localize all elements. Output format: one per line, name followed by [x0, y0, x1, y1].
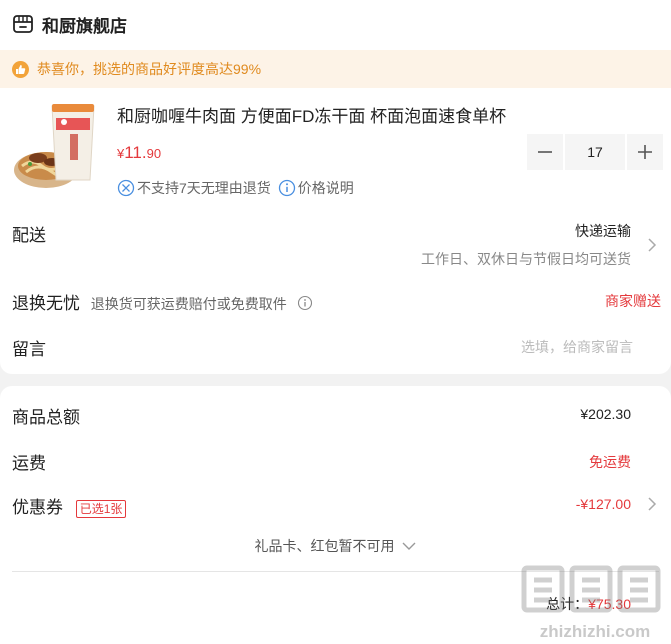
coupon-selected-badge: 已选1张: [75, 499, 127, 518]
returns-desc: 退换货可获运费赔付或免费取件: [90, 296, 287, 312]
price-integer: 11.: [124, 143, 147, 162]
goods-total-value: ¥202.30: [580, 406, 631, 422]
info-icon[interactable]: [297, 295, 313, 311]
decrease-button[interactable]: [527, 134, 563, 170]
price-decimal: 90: [146, 146, 162, 161]
message-input[interactable]: 选填，给商家留言: [521, 337, 633, 357]
no-return-tag[interactable]: 不支持7天无理由退货: [117, 178, 271, 198]
giftcard-note[interactable]: 礼品卡、红包暂不可用: [0, 536, 671, 556]
info-icon: [278, 179, 295, 197]
delivery-method[interactable]: 快递运输: [575, 221, 631, 241]
delivery-label: 配送: [12, 226, 46, 245]
giftcard-note-text: 礼品卡、红包暂不可用: [254, 538, 395, 554]
shop-header[interactable]: 和厨旗舰店: [12, 10, 127, 38]
thumbs-up-icon: [12, 60, 29, 78]
watermark-text: zhizhizhi.com: [539, 622, 651, 641]
message-label: 留言: [12, 340, 46, 359]
coupon-label: 优惠券: [12, 498, 63, 517]
shipping-value: 免运费: [589, 454, 631, 470]
site-watermark: zhizhizhi.com: [520, 560, 670, 644]
chevron-right-icon[interactable]: [647, 237, 657, 253]
delivery-schedule[interactable]: 工作日、双休日与节假日均可送货: [421, 249, 631, 269]
quantity-input[interactable]: [565, 134, 625, 170]
product-title[interactable]: 和厨咖喱牛肉面 方便面FD冻干面 杯面泡面速食单杯: [117, 102, 506, 127]
store-icon: [13, 15, 33, 33]
returns-row: 退换无忧 退换货可获运费赔付或免费取件: [12, 289, 313, 314]
product-tags: 不支持7天无理由退货 价格说明: [117, 178, 361, 198]
coupon-value[interactable]: -¥127.00: [576, 496, 631, 512]
product-image[interactable]: [12, 100, 104, 192]
returns-value: 商家赠送: [605, 293, 661, 309]
order-shop-card: 和厨旗舰店 恭喜你，挑选的商品好评度高达99% 和厨咖喱牛肉面 方便面FD冻干面…: [0, 0, 671, 374]
praise-banner: 恭喜你，挑选的商品好评度高达99%: [0, 50, 671, 88]
coupon-row[interactable]: 优惠券 已选1张: [12, 493, 127, 518]
goods-total-label: 商品总额: [12, 408, 80, 427]
increase-button[interactable]: [627, 134, 663, 170]
no-return-label: 不支持7天无理由退货: [137, 180, 271, 196]
returns-label: 退换无忧: [12, 294, 80, 313]
shop-name[interactable]: 和厨旗舰店: [42, 12, 127, 37]
product-price: ¥11.90: [117, 143, 161, 163]
no-return-icon: [117, 179, 135, 197]
plus-icon: [638, 145, 652, 159]
praise-text: 恭喜你，挑选的商品好评度高达99%: [37, 61, 262, 77]
shipping-label: 运费: [12, 454, 46, 473]
chevron-down-icon: [402, 542, 416, 550]
price-info-tag[interactable]: 价格说明: [278, 178, 354, 198]
chevron-right-icon[interactable]: [647, 496, 657, 512]
price-info-label: 价格说明: [297, 180, 354, 196]
quantity-stepper: [527, 134, 663, 170]
minus-icon: [538, 151, 552, 153]
